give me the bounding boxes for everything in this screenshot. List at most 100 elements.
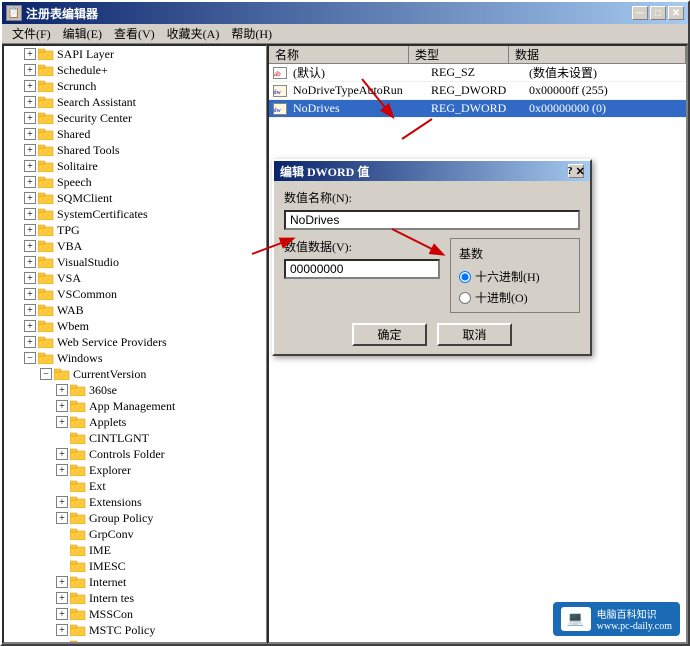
dialog-data-input[interactable] — [284, 259, 440, 279]
expand-icon[interactable]: + — [24, 128, 36, 140]
tree-node-controls-folder[interactable]: + Controls Folder — [4, 446, 266, 462]
tree-node-grpconv[interactable]: GrpConv — [4, 526, 266, 542]
tree-node-extensions[interactable]: + Extensions — [4, 494, 266, 510]
expand-icon[interactable]: − — [24, 352, 36, 364]
tree-node-360se[interactable]: + 360se — [4, 382, 266, 398]
folder-icon — [38, 80, 54, 92]
tree-node-windows[interactable]: − Windows — [4, 350, 266, 366]
expand-icon[interactable]: + — [24, 224, 36, 236]
expand-icon[interactable]: + — [24, 96, 36, 108]
tree-node-explorer[interactable]: + Explorer — [4, 462, 266, 478]
cancel-button[interactable]: 取消 — [437, 323, 512, 346]
expand-icon[interactable]: + — [56, 592, 68, 604]
expand-icon[interactable]: + — [24, 48, 36, 60]
tree-node-app-management[interactable]: + App Management — [4, 398, 266, 414]
expand-icon[interactable]: + — [56, 464, 68, 476]
expand-icon[interactable]: + — [24, 240, 36, 252]
tree-panel[interactable]: + SAPI Layer + Schedule+ + Scrunch + Sea… — [2, 44, 267, 644]
tree-node-ext[interactable]: Ext — [4, 478, 266, 494]
expand-icon[interactable]: + — [24, 144, 36, 156]
expand-icon[interactable]: + — [24, 80, 36, 92]
radio-decimal[interactable]: 十进制(O) — [459, 289, 571, 306]
tree-node-vba[interactable]: + VBA — [4, 238, 266, 254]
menu-view[interactable]: 查看(V) — [108, 23, 161, 44]
tree-node-pintlgnt[interactable]: PINTLGNT — [4, 638, 266, 644]
tree-node-sqmclient[interactable]: + SQMClient — [4, 190, 266, 206]
expand-icon[interactable]: + — [24, 160, 36, 172]
tree-node-system-certs[interactable]: + SystemCertificates — [4, 206, 266, 222]
tree-node-speech[interactable]: + Speech — [4, 174, 266, 190]
tree-node-wbem[interactable]: + Wbem — [4, 318, 266, 334]
expand-icon[interactable]: − — [40, 368, 52, 380]
window-title: 注册表编辑器 — [26, 5, 98, 22]
tree-node-schedule[interactable]: + Schedule+ — [4, 62, 266, 78]
tree-node-current-version[interactable]: − CurrentVersion — [4, 366, 266, 382]
expand-icon[interactable]: + — [24, 64, 36, 76]
dialog-close-button[interactable]: ? ✕ — [568, 164, 584, 178]
radio-decimal-input[interactable] — [459, 292, 471, 304]
tree-node-solitaire[interactable]: + Solitaire — [4, 158, 266, 174]
expand-icon[interactable]: + — [56, 512, 68, 524]
tree-node-msscon[interactable]: + MSSCon — [4, 606, 266, 622]
folder-icon — [38, 240, 54, 252]
tree-node-web-service[interactable]: + Web Service Providers — [4, 334, 266, 350]
tree-node-group-policy[interactable]: + Group Policy — [4, 510, 266, 526]
ok-button[interactable]: 确定 — [352, 323, 427, 346]
close-button[interactable]: ✕ — [668, 6, 684, 20]
expand-icon[interactable]: + — [56, 448, 68, 460]
expand-icon[interactable]: + — [24, 256, 36, 268]
folder-icon — [54, 368, 70, 380]
tree-node-security-center[interactable]: + Security Center — [4, 110, 266, 126]
menu-help[interactable]: 帮助(H) — [225, 23, 278, 44]
expand-icon[interactable]: + — [24, 112, 36, 124]
tree-node-vsa[interactable]: + VSA — [4, 270, 266, 286]
expand-icon[interactable]: + — [24, 192, 36, 204]
tree-node-mstc-policy[interactable]: + MSTC Policy — [4, 622, 266, 638]
reg-entry-nodrives[interactable]: dw NoDrives REG_DWORD 0x00000000 (0) — [269, 100, 686, 118]
menu-favorites[interactable]: 收藏夹(A) — [161, 23, 226, 44]
expand-icon[interactable]: + — [24, 304, 36, 316]
tree-node-cintlgnt[interactable]: CINTLGNT — [4, 430, 266, 446]
dialog-name-input[interactable] — [284, 210, 580, 230]
expand-icon[interactable]: + — [56, 384, 68, 396]
reg-entry-default[interactable]: ab (默认) REG_SZ (数值未设置) — [269, 64, 686, 82]
tree-label: Intern tes — [89, 591, 134, 606]
radio-hex-input[interactable] — [459, 271, 471, 283]
tree-node-imesc[interactable]: IMESC — [4, 558, 266, 574]
tree-node-search-assistant[interactable]: + Search Assistant — [4, 94, 266, 110]
expand-icon[interactable]: + — [24, 320, 36, 332]
menu-file[interactable]: 文件(F) — [6, 23, 57, 44]
expand-icon[interactable]: + — [56, 496, 68, 508]
reg-name-default: (默认) — [289, 64, 427, 81]
tree-node-sapi[interactable]: + SAPI Layer — [4, 46, 266, 62]
tree-node-ime[interactable]: IME — [4, 542, 266, 558]
tree-node-interntes[interactable]: + Intern tes — [4, 590, 266, 606]
tree-node-shared[interactable]: + Shared — [4, 126, 266, 142]
radio-hex[interactable]: 十六进制(H) — [459, 268, 571, 285]
tree-node-tpg[interactable]: + TPG — [4, 222, 266, 238]
expand-icon[interactable]: + — [24, 208, 36, 220]
expand-icon[interactable]: + — [56, 416, 68, 428]
tree-node-scrunch[interactable]: + Scrunch — [4, 78, 266, 94]
tree-node-visual-studio[interactable]: + VisualStudio — [4, 254, 266, 270]
tree-node-vscommon[interactable]: + VSCommon — [4, 286, 266, 302]
tree-node-shared-tools[interactable]: + Shared Tools — [4, 142, 266, 158]
expand-icon[interactable]: + — [24, 288, 36, 300]
minimize-button[interactable]: ─ — [632, 6, 648, 20]
expand-icon[interactable]: + — [56, 608, 68, 620]
tree-node-applets[interactable]: + Applets — [4, 414, 266, 430]
tree-node-internet[interactable]: + Internet — [4, 574, 266, 590]
expand-icon[interactable]: + — [24, 336, 36, 348]
menu-edit[interactable]: 编辑(E) — [57, 23, 108, 44]
tree-label: VSA — [57, 271, 81, 286]
expand-icon[interactable]: + — [24, 272, 36, 284]
tree-node-wab[interactable]: + WAB — [4, 302, 266, 318]
maximize-button[interactable]: □ — [650, 6, 666, 20]
expand-icon[interactable]: + — [56, 576, 68, 588]
tree-label: GrpConv — [89, 527, 134, 542]
reg-entry-nodrivetypeautorun[interactable]: dw NoDriveTypeAutoRun REG_DWORD 0x00000f… — [269, 82, 686, 100]
tree-label: MSSCon — [89, 607, 133, 622]
expand-icon[interactable]: + — [56, 624, 68, 636]
expand-icon[interactable]: + — [24, 176, 36, 188]
expand-icon[interactable]: + — [56, 400, 68, 412]
